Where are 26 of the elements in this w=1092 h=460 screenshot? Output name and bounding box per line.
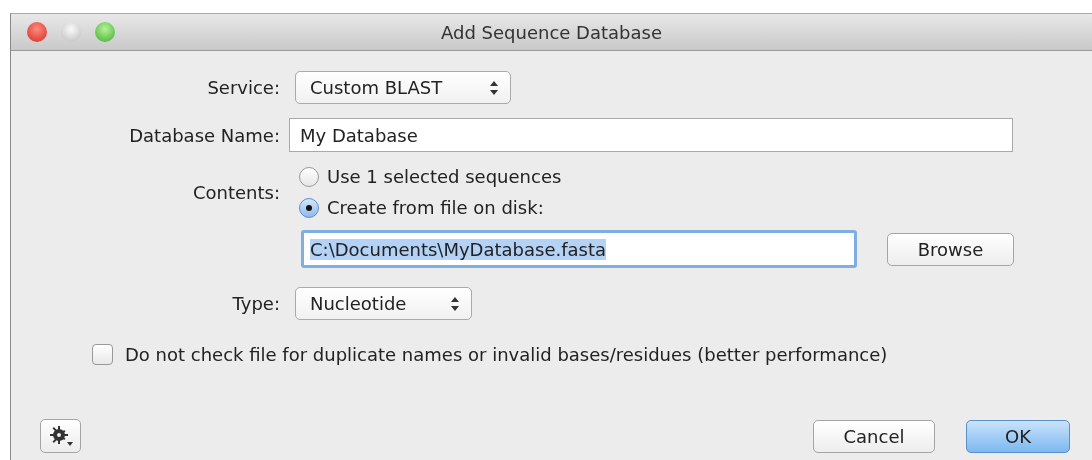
file-path-field[interactable]: C:\Documents\MyDatabase.fasta — [301, 230, 857, 268]
ok-button[interactable]: OK — [966, 419, 1070, 453]
radio-label: Create from file on disk: — [327, 197, 544, 218]
stepper-arrows-icon — [451, 296, 459, 311]
service-label: Service: — [206, 77, 281, 98]
radio-button[interactable] — [299, 197, 319, 218]
checkbox-option[interactable]: Do not check file for duplicate names or invalid bases/residues (better performance) — [92, 344, 1092, 365]
database-name-label: Database Name: — [128, 124, 281, 146]
stepper-arrows-icon — [490, 80, 498, 95]
database-name-field[interactable]: My Database — [289, 118, 1013, 152]
minimize-button[interactable] — [61, 22, 81, 42]
radio-option[interactable]: Create from file on disk: — [299, 197, 562, 218]
radio-button[interactable] — [299, 166, 319, 187]
type-dropdown[interactable]: Nucleotide — [295, 287, 472, 320]
window-title: Add Sequence Database — [441, 21, 662, 43]
checkbox[interactable] — [92, 344, 113, 365]
checkbox-label: Do not check file for duplicate names or invalid bases/residues (better performance) — [125, 344, 888, 365]
gear-icon — [48, 425, 73, 447]
contents-label: Contents: — [191, 181, 281, 203]
settings-button[interactable] — [40, 419, 81, 453]
type-label: Type: — [231, 293, 281, 314]
zoom-button[interactable] — [95, 22, 115, 42]
service-dropdown[interactable]: Custom BLAST — [295, 71, 511, 104]
cancel-button[interactable]: Cancel — [813, 419, 935, 453]
close-button[interactable] — [27, 22, 47, 42]
browse-button[interactable]: Browse — [887, 232, 1014, 266]
